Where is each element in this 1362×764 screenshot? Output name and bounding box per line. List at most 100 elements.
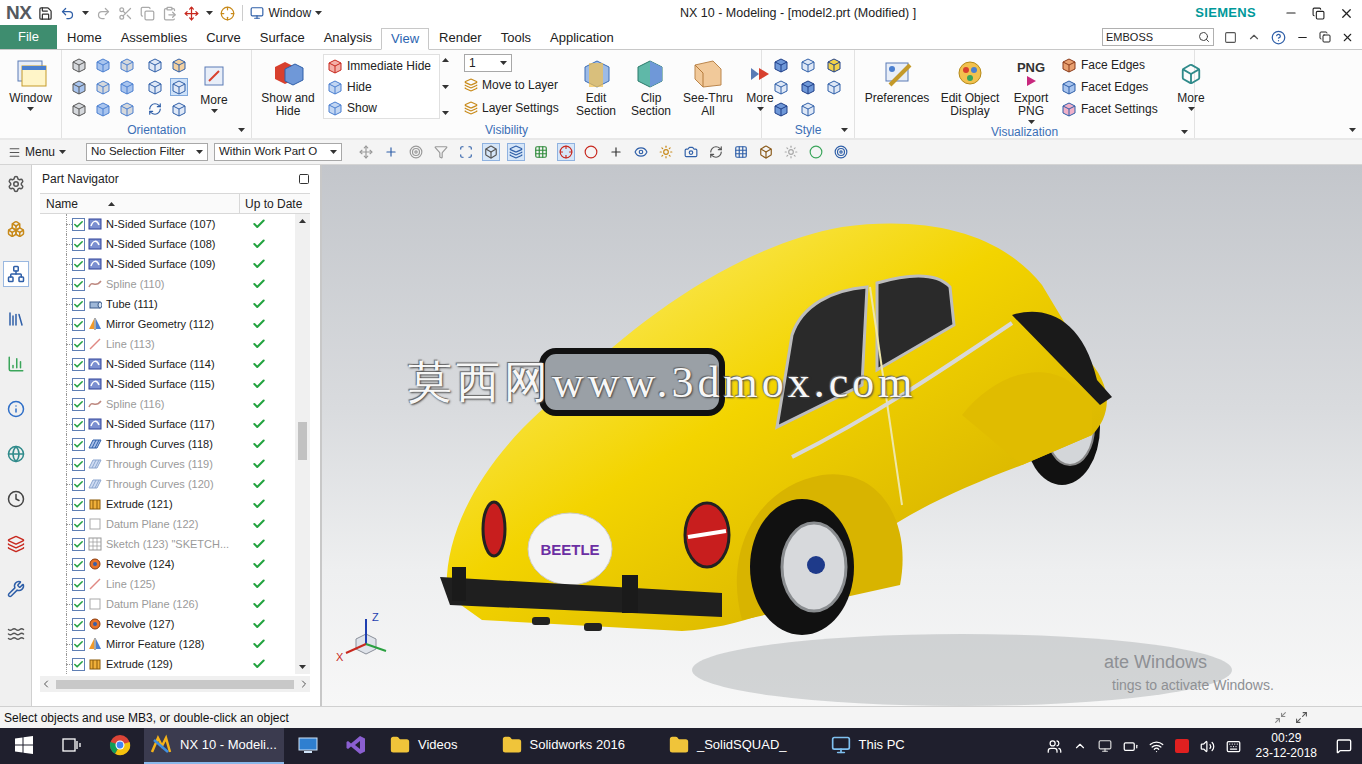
row-checkbox[interactable] — [72, 218, 85, 231]
navigator-row[interactable]: Mirror Feature (128) — [40, 634, 295, 654]
touch-mode-icon[interactable] — [220, 6, 235, 21]
row-checkbox[interactable] — [72, 578, 85, 591]
navigator-row[interactable]: N-Sided Surface (114) — [40, 354, 295, 374]
render-style-button[interactable] — [799, 56, 817, 74]
selection-filter[interactable]: No Selection Filter — [86, 143, 208, 161]
battery-icon[interactable] — [1123, 739, 1138, 754]
help-icon[interactable] — [1271, 30, 1286, 45]
render-style-button[interactable] — [825, 56, 843, 74]
toolbar-button[interactable] — [633, 144, 649, 160]
view-orientation-button[interactable] — [118, 100, 136, 118]
resource-button[interactable] — [3, 486, 29, 512]
taskbar-item[interactable] — [48, 728, 96, 764]
row-checkbox[interactable] — [72, 598, 85, 611]
row-checkbox[interactable] — [72, 318, 85, 331]
row-checkbox[interactable] — [72, 258, 85, 271]
row-checkbox[interactable] — [72, 378, 85, 391]
doc-restore-icon[interactable] — [1319, 31, 1331, 43]
resource-button[interactable] — [3, 171, 29, 197]
visibility-button[interactable]: See-Thru All — [681, 54, 735, 118]
row-checkbox[interactable] — [72, 638, 85, 651]
taskbar-item[interactable]: Solidworks 2016 — [492, 728, 635, 764]
row-checkbox[interactable] — [72, 358, 85, 371]
visualization-button[interactable]: Preferences — [863, 54, 931, 105]
row-checkbox[interactable] — [72, 418, 85, 431]
ribbon-tab[interactable]: Render — [430, 27, 491, 49]
taskbar-item[interactable] — [332, 728, 380, 764]
render-style-button[interactable] — [772, 78, 790, 96]
navigator-row[interactable]: Spline (110) — [40, 274, 295, 294]
row-checkbox[interactable] — [72, 458, 85, 471]
visualization-button[interactable]: Edit Object Display — [935, 54, 1005, 118]
visualization-more-button[interactable]: More — [1171, 54, 1211, 111]
facet-item[interactable]: Facet Edges — [1061, 76, 1161, 98]
toolbar-button[interactable] — [458, 144, 474, 160]
command-search[interactable]: EMBOSS — [1102, 28, 1214, 46]
visibility-item[interactable]: Immediate Hide — [324, 55, 439, 76]
selection-scope[interactable]: Within Work Part O — [214, 143, 342, 161]
navigator-row[interactable]: Line (113) — [40, 334, 295, 354]
resource-button[interactable] — [3, 441, 29, 467]
navigator-row[interactable]: Sketch (123) "SKETCH... — [40, 534, 295, 554]
network-icon[interactable] — [1149, 739, 1164, 754]
scroll-right-icon[interactable] — [298, 678, 310, 690]
full-screen-icon[interactable] — [1295, 711, 1308, 724]
resource-button[interactable] — [3, 531, 29, 557]
copy-icon[interactable] — [140, 6, 155, 21]
navigator-row[interactable]: Datum Plane (126) — [40, 594, 295, 614]
toolbar-button[interactable] — [783, 144, 799, 160]
close-icon[interactable] — [1339, 6, 1354, 21]
render-style-button[interactable] — [772, 56, 790, 74]
layer-item[interactable]: Layer Settings — [464, 97, 566, 118]
toolbar-button[interactable] — [608, 144, 624, 160]
maximize-icon[interactable] — [298, 173, 310, 185]
save-icon[interactable] — [38, 6, 53, 21]
visibility-item[interactable]: Show — [324, 97, 439, 118]
ribbon-tab[interactable]: Tools — [492, 27, 540, 49]
taskbar-item[interactable]: This PC — [821, 728, 915, 764]
doc-minimize-icon[interactable] — [1296, 31, 1309, 44]
taskbar-item[interactable]: _SolidSQUAD_ — [659, 728, 797, 764]
gallery-scroll[interactable] — [440, 54, 451, 119]
ribbon-tab[interactable]: Home — [58, 27, 111, 49]
taskbar-item[interactable] — [0, 728, 48, 764]
navigator-row[interactable]: Through Curves (119) — [40, 454, 295, 474]
toolbar-button[interactable] — [683, 144, 699, 160]
navigator-row[interactable]: N-Sided Surface (109) — [40, 254, 295, 274]
view-tool-button[interactable] — [146, 56, 164, 74]
toolbar-button[interactable] — [558, 144, 574, 160]
view-orientation-button[interactable] — [118, 78, 136, 96]
view-orientation-button[interactable] — [94, 100, 112, 118]
ribbon-tab[interactable]: Assemblies — [112, 27, 196, 49]
view-tool-button[interactable] — [170, 100, 188, 118]
toolbar-button[interactable] — [733, 144, 749, 160]
row-checkbox[interactable] — [72, 498, 85, 511]
ribbon-layout-icon[interactable] — [1224, 31, 1237, 44]
view-tool-button[interactable] — [170, 56, 188, 74]
visibility-button[interactable]: Clip Section — [626, 54, 676, 118]
view-orientation-button[interactable] — [70, 100, 88, 118]
people-icon[interactable] — [1047, 739, 1062, 754]
navigator-row[interactable]: Tube (111) — [40, 294, 295, 314]
navigator-row[interactable]: Through Curves (120) — [40, 474, 295, 494]
render-style-button[interactable] — [825, 78, 843, 96]
facet-item[interactable]: Facet Settings — [1061, 98, 1161, 120]
row-checkbox[interactable] — [72, 238, 85, 251]
resource-button[interactable] — [3, 216, 29, 242]
navigator-row[interactable]: Mirror Geometry (112) — [40, 314, 295, 334]
row-checkbox[interactable] — [72, 338, 85, 351]
layer-item[interactable]: Move to Layer — [464, 74, 566, 95]
orientation-more-button[interactable]: More — [194, 56, 234, 113]
row-checkbox[interactable] — [72, 438, 85, 451]
render-style-button[interactable] — [799, 100, 817, 118]
navigator-row[interactable]: N-Sided Surface (107) — [40, 214, 295, 234]
resource-button[interactable] — [3, 621, 29, 647]
volume-icon[interactable] — [1200, 739, 1215, 754]
scroll-thumb[interactable] — [298, 422, 307, 460]
row-checkbox[interactable] — [72, 478, 85, 491]
minimize-icon[interactable] — [1284, 6, 1298, 20]
toolbar-button[interactable] — [433, 144, 449, 160]
file-tab[interactable]: File — [0, 25, 57, 49]
ribbon-tab[interactable]: Curve — [197, 27, 250, 49]
ribbon-tab[interactable]: Analysis — [315, 27, 381, 49]
